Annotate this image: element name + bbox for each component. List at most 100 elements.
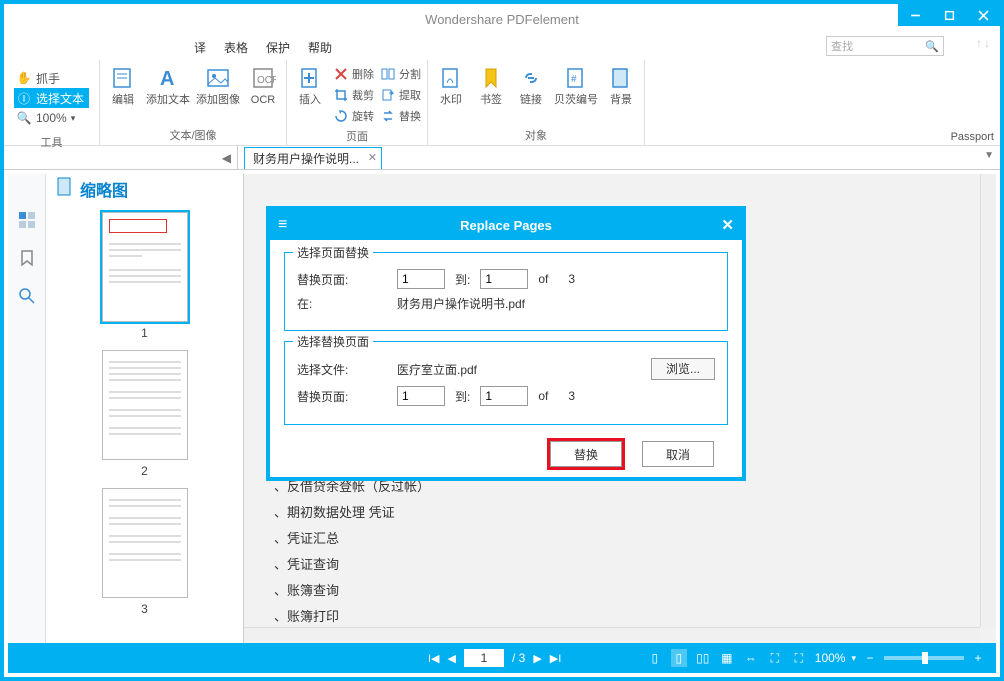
last-page-icon[interactable]: ▶I: [550, 652, 562, 665]
extract-icon: [380, 87, 396, 103]
two-page-icon[interactable]: ▯▯: [695, 651, 711, 665]
minimize-button[interactable]: [898, 4, 932, 26]
replace-confirm-button[interactable]: 替换: [550, 441, 622, 467]
nav-arrows: ↑ ↓: [976, 36, 990, 50]
dialog-titlebar: ≡ Replace Pages ✕: [270, 210, 742, 240]
doc-line: 、期初数据处理 凭证: [274, 500, 430, 526]
tab-dropdown-icon[interactable]: ▼: [984, 150, 994, 161]
arrow-down-icon[interactable]: ↓: [984, 36, 990, 50]
zoom-dropdown-icon[interactable]: ▾: [851, 653, 856, 664]
replace-pages-dialog: ≡ Replace Pages ✕ 选择页面替换 替换页面: 到: of 3 在…: [266, 206, 746, 481]
to-label: 到:: [455, 388, 470, 405]
fit-width-icon[interactable]: ⇔: [743, 651, 759, 665]
zoom-slider[interactable]: [884, 656, 964, 660]
doc-line: 、凭证查询: [274, 552, 430, 578]
thumbnail-page[interactable]: 1: [102, 212, 188, 340]
svg-text:#: #: [571, 74, 577, 85]
group-label-obj: 对象: [525, 125, 547, 143]
search-tab-icon[interactable]: [15, 284, 39, 308]
from-page-input-2[interactable]: [397, 386, 445, 406]
select-text-tool[interactable]: Ⓘ选择文本: [14, 88, 89, 108]
delete-button[interactable]: 删除: [333, 64, 374, 84]
delete-icon: [333, 66, 349, 82]
thumbnails-tab-icon[interactable]: [15, 208, 39, 232]
edit-button[interactable]: 编辑: [106, 64, 140, 106]
zoom-tool[interactable]: 🔍100%▾: [14, 108, 89, 128]
group-label-page: 页面: [346, 126, 368, 144]
search-placeholder: 查找: [831, 38, 853, 54]
thumb-num: 1: [102, 322, 188, 340]
vertical-scrollbar[interactable]: [980, 174, 996, 627]
close-button[interactable]: [966, 4, 1000, 26]
single-page-icon[interactable]: ▯: [647, 651, 663, 665]
browse-button[interactable]: 浏览...: [651, 358, 715, 380]
thumbnail-title: 缩略图: [80, 177, 128, 201]
thumb-num: 2: [102, 460, 188, 478]
dialog-menu-icon[interactable]: ≡: [278, 216, 287, 234]
text-icon: A: [154, 64, 182, 92]
in-label: 在:: [297, 295, 387, 312]
replace-pages-label: 替换页面:: [297, 388, 387, 405]
thumbnail-page[interactable]: 3: [102, 488, 188, 616]
bookmarks-tab-icon[interactable]: [15, 246, 39, 270]
grab-tool[interactable]: ✋抓手: [14, 68, 89, 88]
fit-page-icon[interactable]: ⛶: [767, 651, 783, 666]
rotate-button[interactable]: 旋转: [333, 106, 374, 126]
menu-item[interactable]: 表格: [224, 39, 248, 56]
zoom-out-icon[interactable]: −: [862, 651, 878, 665]
doc-line: 、账簿查询: [274, 578, 430, 604]
crop-icon: [333, 87, 349, 103]
prev-page-icon[interactable]: ◀: [448, 652, 456, 665]
of-label: of: [538, 389, 548, 403]
menu-item[interactable]: 保护: [266, 39, 290, 56]
document-tab[interactable]: 财务用户操作说明... ✕: [244, 147, 382, 169]
grid-icon[interactable]: ▦: [719, 651, 735, 665]
bookmark-button[interactable]: 书签: [474, 64, 508, 106]
ocr-button[interactable]: OCROCR: [246, 64, 280, 106]
to-page-input[interactable]: [480, 269, 528, 289]
from-page-input[interactable]: [397, 269, 445, 289]
crop-button[interactable]: 裁剪: [333, 85, 374, 105]
zoom-in-icon[interactable]: +: [970, 651, 986, 665]
search-box[interactable]: 查找 🔍: [826, 36, 944, 56]
cancel-button[interactable]: 取消: [642, 441, 714, 467]
fullscreen-icon[interactable]: ⛶: [791, 651, 807, 666]
tab-close-icon[interactable]: ✕: [368, 151, 377, 164]
insert-button[interactable]: 插入: [293, 64, 327, 106]
to-label: 到:: [455, 271, 470, 288]
bates-button[interactable]: #贝茨编号: [554, 64, 598, 106]
image-icon: [204, 64, 232, 92]
dialog-close-icon[interactable]: ✕: [721, 216, 734, 234]
first-page-icon[interactable]: I◀: [428, 652, 440, 665]
insert-icon: [296, 64, 324, 92]
menu-item[interactable]: 帮助: [308, 39, 332, 56]
next-page-icon[interactable]: ▶: [533, 652, 541, 665]
page-number-box[interactable]: 1: [464, 649, 504, 667]
collapse-icon[interactable]: ◀: [222, 151, 231, 165]
magnifier-icon: 🔍: [16, 111, 32, 125]
continuous-icon[interactable]: ▯: [671, 649, 687, 667]
addimg-button[interactable]: 添加图像: [196, 64, 240, 106]
arrow-up-icon[interactable]: ↑: [976, 36, 982, 50]
extract-button[interactable]: 提取: [380, 85, 421, 105]
group-label-text: 文本/图像: [169, 125, 216, 143]
selected-file: 医疗室立面.pdf: [397, 361, 641, 378]
replace-icon: [380, 108, 396, 124]
page-total: / 3: [512, 651, 525, 665]
replace-button[interactable]: 替换: [380, 106, 421, 126]
horizontal-scrollbar[interactable]: [244, 627, 980, 643]
to-page-input-2[interactable]: [480, 386, 528, 406]
addtext-button[interactable]: A添加文本: [146, 64, 190, 106]
ribbon: ✋抓手 Ⓘ选择文本 🔍100%▾ 工具 编辑 A添加文本 添加图像 OCROCR…: [4, 60, 1000, 146]
background-button[interactable]: 背景: [604, 64, 638, 106]
split-button[interactable]: 分割: [380, 64, 421, 84]
passport-button[interactable]: Passport: [951, 64, 994, 143]
zoom-value: 100%: [815, 651, 846, 665]
menu-item[interactable]: 译: [194, 39, 206, 56]
maximize-button[interactable]: [932, 4, 966, 26]
link-button[interactable]: 链接: [514, 64, 548, 106]
watermark-button[interactable]: 水印: [434, 64, 468, 106]
thumbnail-page[interactable]: 2: [102, 350, 188, 478]
bookmark-icon: [477, 64, 505, 92]
status-bar: I◀ ◀ 1 / 3 ▶ ▶I ▯ ▯ ▯▯ ▦ ⇔ ⛶ ⛶ 100% ▾ − …: [8, 643, 996, 673]
